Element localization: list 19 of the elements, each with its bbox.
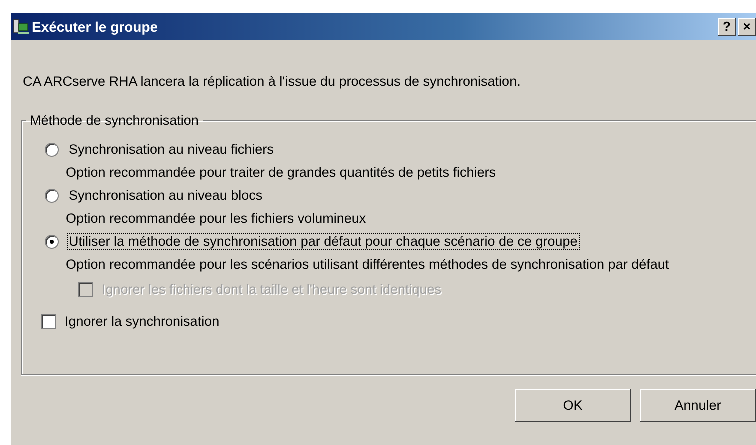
group-title: Méthode de synchronisation (29, 113, 200, 128)
message-text: CA ARCserve RHA lancera la réplication à l'issue du processus de synchronisation. (23, 74, 522, 89)
radio-button[interactable] (45, 234, 59, 248)
radio-button[interactable] (45, 188, 59, 202)
help-button[interactable]: ? (718, 18, 736, 36)
option-description: Option recommandée pour les scénarios utilisant différentes méthodes de synchronisation par défaut (66, 257, 670, 272)
computer-icon (13, 18, 29, 34)
option-description: Option recommandée pour les fichiers volumineux (66, 211, 368, 226)
ok-button[interactable]: OK (515, 389, 631, 422)
option-label[interactable]: Utiliser la méthode de synchronisation par défaut pour chaque scénario de ce groupe (67, 233, 580, 250)
close-button[interactable]: × (738, 18, 756, 36)
cancel-button[interactable]: Annuler (640, 389, 756, 422)
window-title: Exécuter le groupe (32, 18, 160, 34)
checkbox-label[interactable]: Ignorer la synchronisation (65, 314, 220, 329)
option-label[interactable]: Synchronisation au niveau fichiers (67, 141, 276, 158)
option-description: Option recommandée pour traiter de grandes quantités de petits fichiers (66, 165, 497, 180)
checkbox[interactable] (41, 314, 56, 329)
option-label[interactable]: Synchronisation au niveau blocs (67, 187, 265, 204)
radio-button[interactable] (45, 142, 59, 156)
